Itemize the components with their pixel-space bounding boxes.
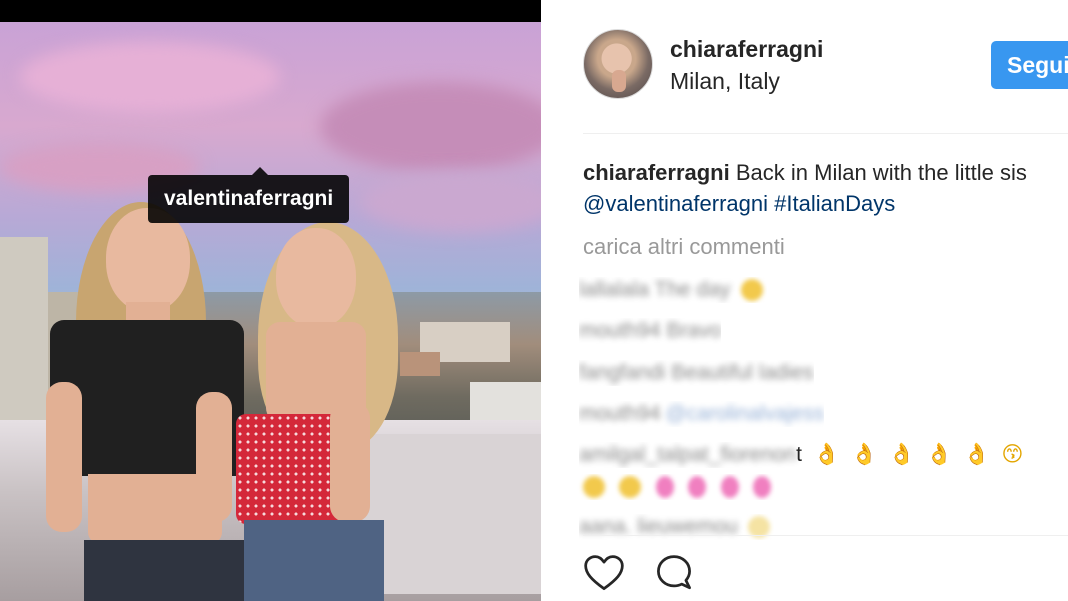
- comment-visible-char: t: [796, 443, 802, 466]
- user-tag-label: valentinaferragni: [164, 187, 334, 210]
- emoji-blurred: [753, 476, 772, 498]
- post-username[interactable]: chiaraferragni: [670, 36, 823, 63]
- emoji-blurred: [688, 476, 707, 498]
- avatar-detail: [612, 70, 626, 92]
- kissing-face-emoji: 😙: [1001, 443, 1024, 466]
- comment-text-blurred: mouth94: [579, 402, 661, 425]
- post-side-panel: chiaraferragni Milan, Italy Segui chiara…: [541, 0, 1068, 601]
- heart-icon: [584, 555, 624, 591]
- comment-row: amilgal_talpat_fiorenont 👌 👌 👌 👌 👌 😙: [579, 442, 1023, 468]
- cloud: [360, 172, 541, 232]
- load-more-comments-link[interactable]: carica altri commenti: [583, 234, 785, 260]
- comment-button[interactable]: [652, 552, 696, 596]
- comment-row: mouth94 Bravo: [579, 318, 721, 344]
- ok-hand-emoji: 👌: [963, 443, 991, 466]
- like-button[interactable]: [582, 552, 626, 596]
- ok-hand-emoji: 👌: [926, 443, 953, 466]
- user-tag-tooltip[interactable]: valentinaferragni: [148, 167, 350, 223]
- building: [0, 237, 48, 447]
- comment-bubble-icon: [657, 555, 691, 590]
- building: [470, 382, 541, 422]
- caption-username[interactable]: chiaraferragni: [583, 160, 730, 185]
- comment-text-blurred: lallalala The day: [579, 278, 731, 301]
- comment-text-blurred: mouth94 Bravo: [579, 319, 722, 342]
- divider: [583, 133, 1068, 134]
- post-location[interactable]: Milan, Italy: [670, 68, 780, 95]
- follow-button[interactable]: Segui: [991, 41, 1068, 89]
- comment-row: mouth94 @carolinalvajess: [579, 401, 824, 427]
- ok-hand-emoji: 👌: [813, 443, 840, 466]
- ok-hand-emoji: 👌: [888, 443, 915, 466]
- emoji-blurred: [720, 476, 739, 498]
- smile-emoji-blurred: [740, 279, 763, 301]
- comment-text-blurred: fangfandi Beautiful ladies: [579, 361, 814, 384]
- photo-top-bar: [0, 0, 541, 22]
- ok-hand-emoji: 👌: [851, 443, 878, 466]
- emoji-blurred: [655, 476, 674, 498]
- comment-text-blurred: amilgal_talpat_fiorenon: [579, 443, 797, 466]
- emoji-blurred: [583, 476, 605, 498]
- cloud: [320, 82, 541, 172]
- comment-row: fangfandi Beautiful ladies: [579, 360, 814, 386]
- comment-row: lallalala The day: [579, 277, 767, 303]
- comment-emoji-row: [577, 474, 775, 500]
- building: [400, 352, 440, 376]
- comment-mention-blurred: @carolinalvajess: [665, 402, 825, 425]
- post-photo[interactable]: [0, 22, 541, 601]
- post-caption: chiaraferragni Back in Milan with the li…: [583, 157, 1068, 219]
- caption-hashtag-link[interactable]: #ItalianDays: [774, 191, 895, 216]
- emoji-blurred: [619, 476, 642, 498]
- avatar[interactable]: [583, 29, 653, 99]
- caption-text: Back in Milan with the little sis: [735, 160, 1027, 185]
- cloud: [20, 42, 280, 112]
- caption-mention-link[interactable]: @valentinaferragni: [583, 191, 768, 216]
- comment-text-blurred: aana. lieuwemou: [579, 515, 738, 538]
- comment-row: aana. lieuwemou: [579, 514, 774, 540]
- divider: [583, 535, 1068, 536]
- post-photo-pane: valentinaferragni: [0, 0, 541, 601]
